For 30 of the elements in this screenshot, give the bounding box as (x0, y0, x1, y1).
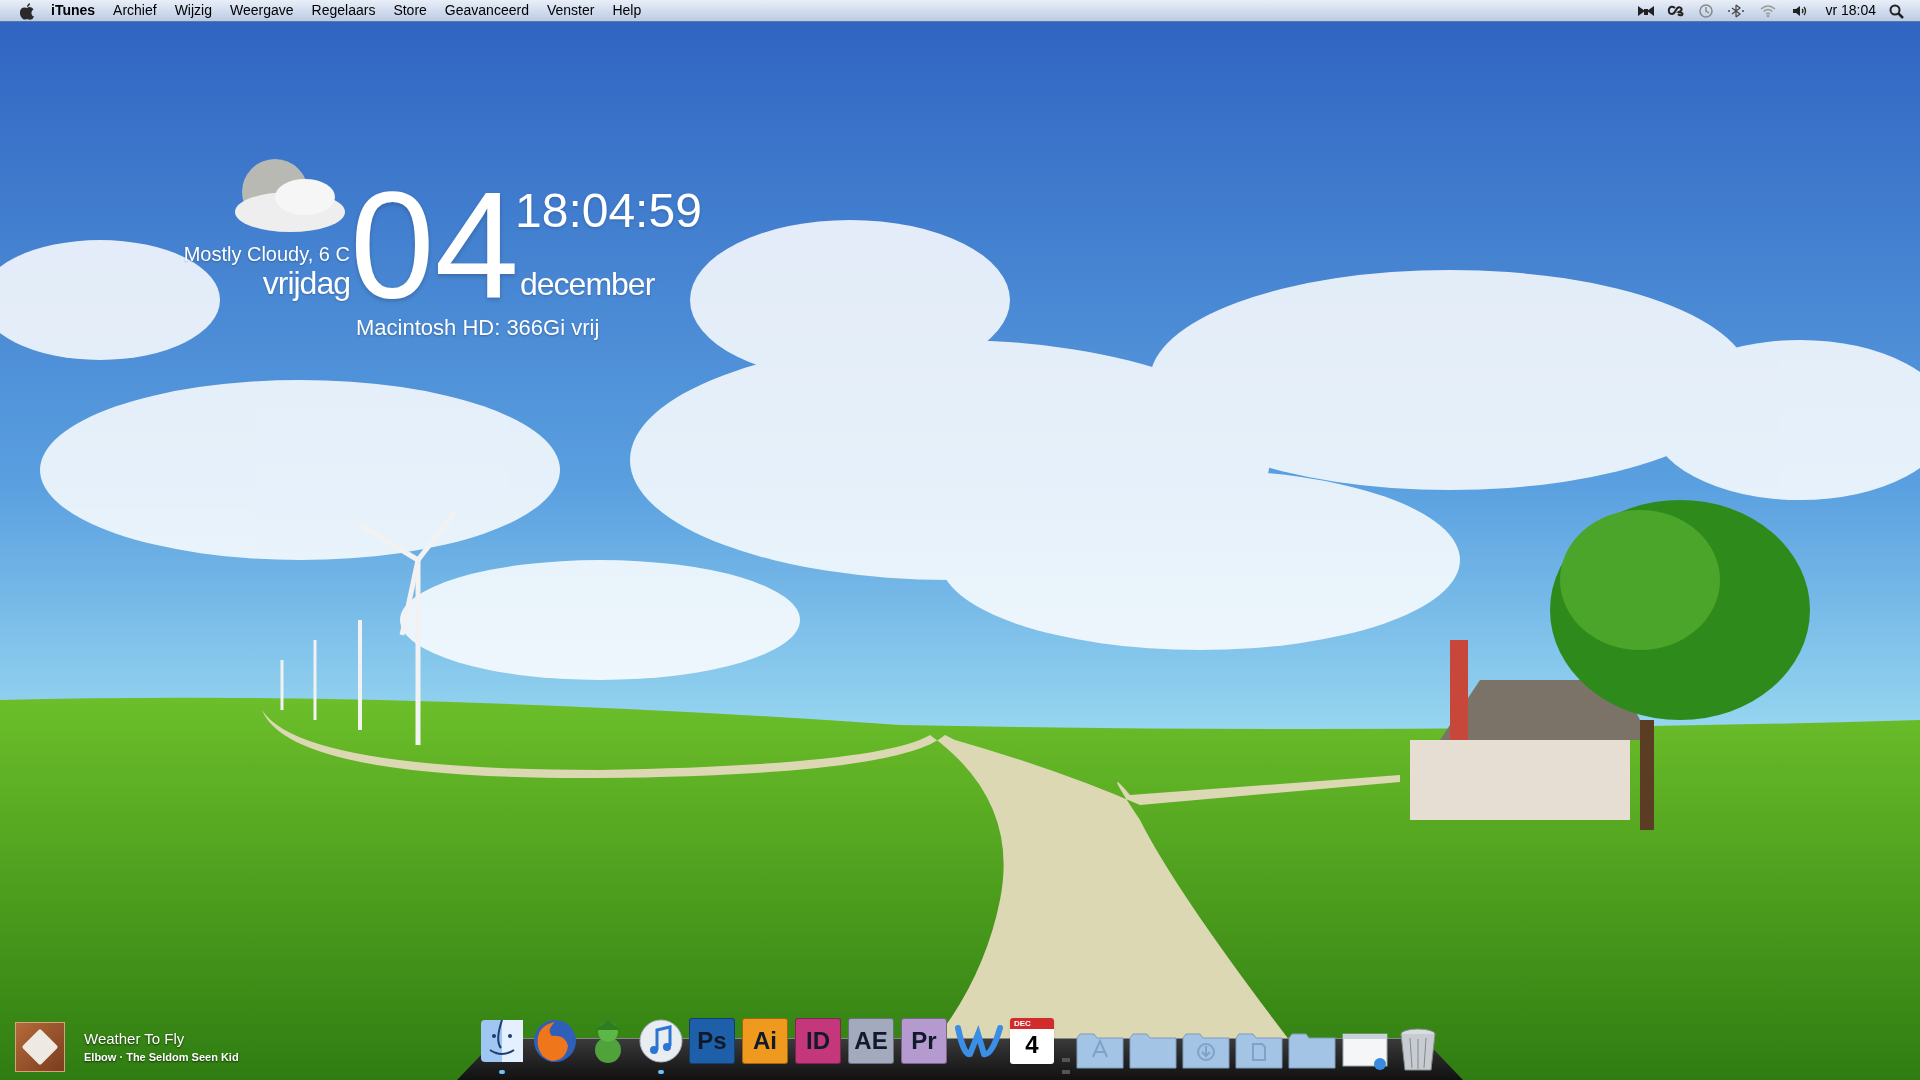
app-icon[interactable]: Ai (742, 1018, 788, 1064)
menu-item[interactable]: Help (612, 0, 642, 21)
dock-separator (1062, 1058, 1070, 1074)
app-icon[interactable]: AE (848, 1018, 894, 1064)
weekday-label: vrijdag (262, 266, 350, 300)
track-title: Weather To Fly (84, 1029, 186, 1049)
music-disc-icon[interactable] (636, 1016, 686, 1066)
menu-item[interactable]: Wijzig (174, 0, 212, 21)
calendar-day: 4 (1010, 1029, 1054, 1061)
menu-item[interactable]: Venster (546, 0, 595, 21)
disk-space-label: Macintosh HD: 366Gi vrij (356, 314, 600, 342)
menu-item[interactable]: Regelaars (311, 0, 376, 21)
app-icon[interactable]: Pr (901, 1018, 947, 1064)
menu-item[interactable]: Store (393, 0, 427, 21)
track-artist-album: Elbow · The Seldom Seen Kid (84, 1050, 239, 1065)
menu-bar-clock[interactable]: vr 18:04 (1825, 0, 1876, 21)
app-menu[interactable]: iTunes (51, 0, 96, 21)
weather-condition: Mostly Cloudy, 6 C (183, 242, 350, 266)
bluetooth-icon[interactable] (1727, 2, 1746, 19)
apple-logo-icon[interactable] (19, 1, 35, 20)
running-indicator (499, 1070, 505, 1074)
digital-time: 18:04:59 (515, 183, 702, 239)
menu-item[interactable]: Archief (113, 0, 157, 21)
calendar-month: DEC (1010, 1018, 1054, 1029)
menu-item[interactable]: Weergave (230, 0, 294, 21)
running-indicator (658, 1070, 664, 1074)
search-icon[interactable] (1888, 2, 1906, 19)
month-label: december (520, 265, 655, 303)
menu-item[interactable]: Geavanceerd (444, 0, 529, 21)
calendar-icon[interactable]: DEC 4 (1010, 1018, 1054, 1064)
